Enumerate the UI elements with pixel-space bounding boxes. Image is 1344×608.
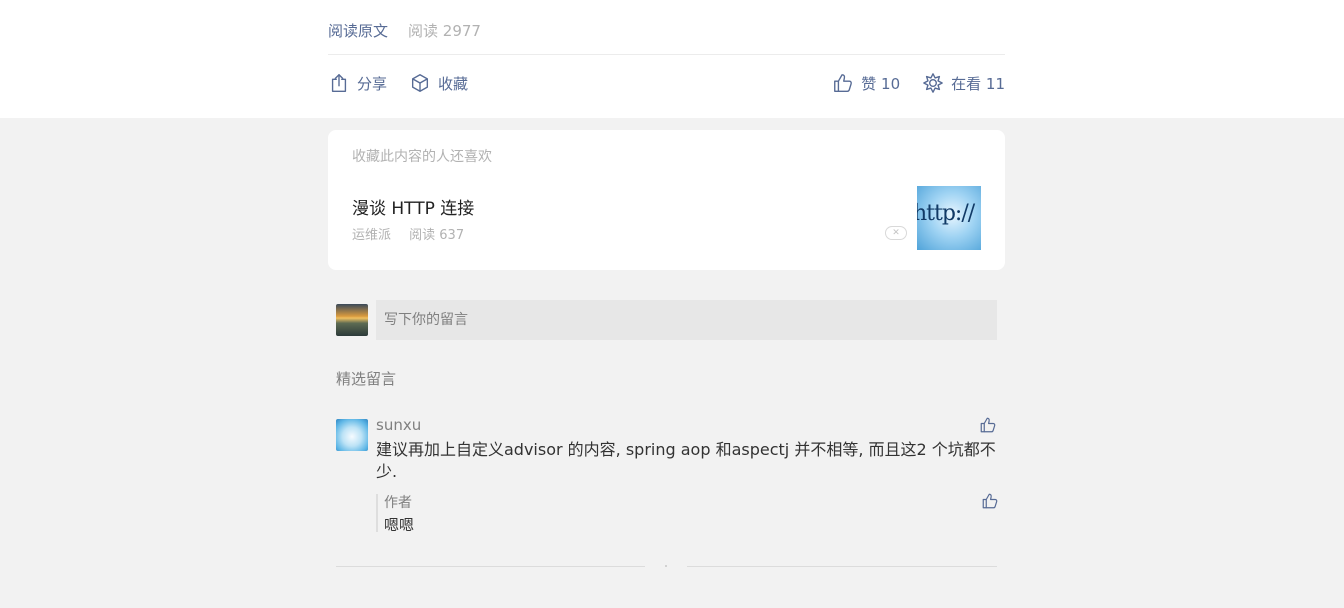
share-icon [331,74,347,92]
end-divider-dot [665,565,667,567]
watching-flower-icon [923,73,943,93]
like-label: 赞 10 [861,74,901,93]
favorite-button[interactable]: 收藏 [409,72,468,94]
read-row: 阅读原文 阅读 2977 [328,18,1005,42]
comment-like-icon[interactable] [979,416,997,434]
end-divider-left [336,566,645,567]
recommendation-thumbnail[interactable]: http:// [917,186,981,250]
recommendation-title[interactable]: 漫谈 HTTP 连接 [352,194,474,219]
selected-comments-heading: 精选留言 [336,370,397,388]
action-bar: 分享 收藏 赞 10 在看 11 [328,68,1005,98]
recommendation-meta: 运维派 阅读 637 [352,224,464,243]
thumbnail-text: http:// [917,201,975,226]
commenter-name: sunxu [376,416,422,434]
recommendation-card: 收藏此内容的人还喜欢 漫谈 HTTP 连接 运维派 阅读 637 ✕ http:… [328,130,1005,270]
favorite-cube-icon [411,74,429,92]
recommendation-read-count: 阅读 637 [409,228,465,243]
read-original-link[interactable]: 阅读原文 [328,20,388,41]
article-footer: 阅读原文 阅读 2977 分享 收藏 赞 10 在看 11 [0,0,1344,118]
dismiss-recommendation-button[interactable]: ✕ [885,226,907,240]
like-button[interactable]: 赞 10 [832,72,900,94]
recommendation-source: 运维派 [352,228,392,243]
comment-input[interactable] [376,300,997,340]
end-divider-right [687,566,997,567]
commenter-avatar [336,419,368,451]
reply-like-icon[interactable] [981,492,999,510]
reply-author: 作者 [384,495,412,511]
read-count: 阅读 2977 [408,21,481,40]
favorite-label: 收藏 [438,74,469,93]
divider [328,54,1005,55]
author-reply: 作者 嗯嗯 [376,492,999,534]
avatar [336,304,368,336]
share-label: 分享 [357,74,388,93]
comment-text: 建议再加上自定义advisor 的内容, spring aop 和aspectj… [376,440,996,481]
thumbs-up-icon [834,74,853,92]
watching-button[interactable]: 在看 11 [922,72,1005,94]
watching-label: 在看 11 [951,74,1005,93]
share-button[interactable]: 分享 [328,72,387,94]
reply-text: 嗯嗯 [384,516,415,534]
recommendation-header: 收藏此内容的人还喜欢 [352,149,492,165]
